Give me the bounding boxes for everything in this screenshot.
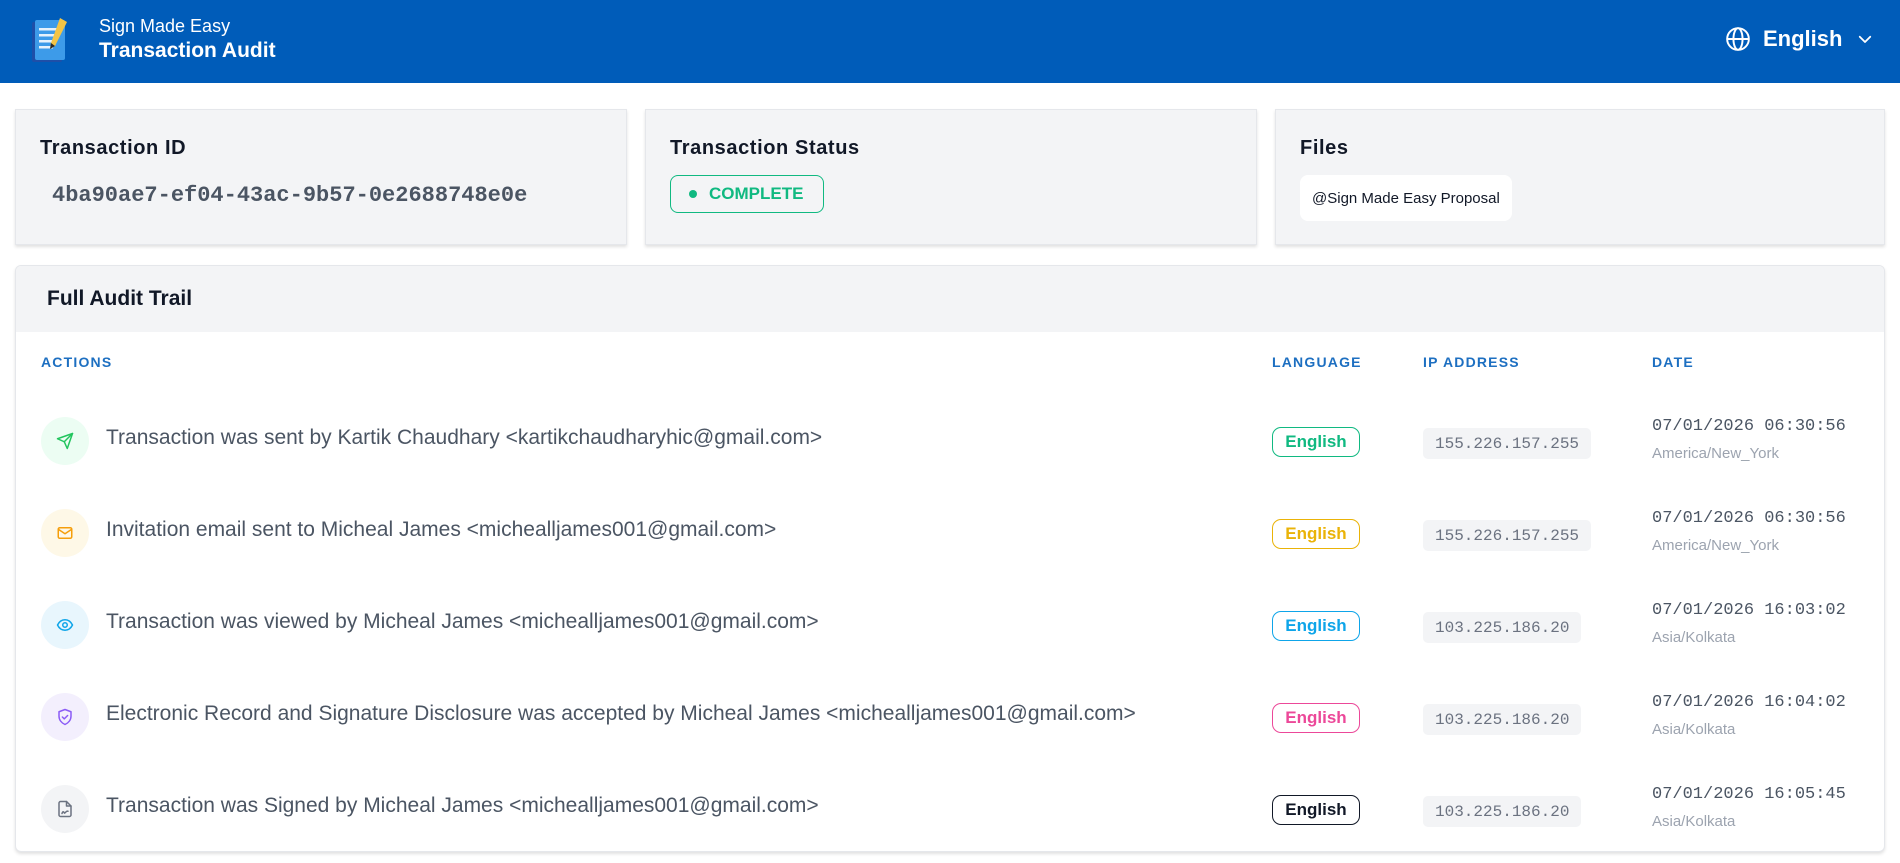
- language-badge: English: [1272, 611, 1360, 641]
- signed-document-icon: [58, 800, 72, 818]
- ip-address: 155.226.157.255: [1423, 520, 1592, 551]
- files-title: Files: [1300, 137, 1349, 159]
- language-badge: English: [1272, 703, 1360, 733]
- transaction-id-card: Transaction ID 4ba90ae7-ef04-43ac-9b57-0…: [15, 109, 627, 245]
- app-header: Sign Made Easy Transaction Audit English: [0, 0, 1900, 83]
- mail-icon: [57, 527, 73, 539]
- audit-date: 07/01/2026 06:30:56: [1652, 509, 1846, 528]
- file-link[interactable]: @Sign Made Easy Proposal: [1300, 175, 1512, 221]
- audit-timezone: Asia/Kolkata: [1652, 813, 1736, 830]
- audit-trail-panel: Full Audit Trail ACTIONS LANGUAGE IP ADD…: [15, 265, 1885, 852]
- audit-row: Transaction was Signed by Micheal James …: [16, 761, 1884, 851]
- audit-timezone: America/New_York: [1652, 537, 1779, 554]
- page-title: Transaction Audit: [99, 39, 276, 62]
- audit-action-text: Transaction was sent by Kartik Chaudhary…: [106, 426, 823, 449]
- audit-action-text: Invitation email sent to Micheal James <…: [106, 518, 777, 541]
- brand-subtitle: Sign Made Easy: [99, 16, 231, 36]
- ip-address: 103.225.186.20: [1423, 704, 1582, 735]
- column-header-ip-address: IP ADDRESS: [1423, 354, 1520, 370]
- transaction-id-title: Transaction ID: [40, 137, 187, 159]
- language-badge: English: [1272, 795, 1360, 825]
- column-header-actions: ACTIONS: [41, 354, 113, 370]
- audit-timezone: Asia/Kolkata: [1652, 721, 1736, 738]
- column-header-language: LANGUAGE: [1272, 354, 1362, 370]
- status-dot-icon: [689, 190, 697, 198]
- status-badge-label: COMPLETE: [709, 184, 804, 203]
- transaction-status-title: Transaction Status: [670, 137, 860, 159]
- brand: Sign Made Easy Transaction Audit: [99, 15, 276, 65]
- globe-icon: [1726, 27, 1750, 51]
- audit-icon-wrap: [41, 601, 89, 649]
- ip-address: 103.225.186.20: [1423, 796, 1582, 827]
- files-card: Files @Sign Made Easy Proposal: [1275, 109, 1885, 245]
- audit-icon-wrap: [41, 693, 89, 741]
- audit-date: 07/01/2026 16:04:02: [1652, 693, 1846, 712]
- audit-timezone: Asia/Kolkata: [1652, 629, 1736, 646]
- transaction-status-card: Transaction Status COMPLETE: [645, 109, 1257, 245]
- audit-icon-wrap: [41, 785, 89, 833]
- language-badge: English: [1272, 519, 1360, 549]
- audit-date: 07/01/2026 16:03:02: [1652, 601, 1846, 620]
- audit-action-text: Electronic Record and Signature Disclosu…: [106, 702, 1136, 725]
- audit-row: Invitation email sent to Micheal James <…: [16, 485, 1884, 577]
- audit-date: 07/01/2026 16:05:45: [1652, 785, 1846, 804]
- send-icon: [56, 432, 74, 450]
- eye-icon: [56, 619, 74, 631]
- column-header-date: DATE: [1652, 354, 1694, 370]
- audit-action-text: Transaction was viewed by Micheal James …: [106, 610, 819, 633]
- language-selector[interactable]: English: [1725, 26, 1874, 52]
- status-badge: COMPLETE: [670, 175, 825, 213]
- audit-row: Transaction was viewed by Micheal James …: [16, 577, 1884, 669]
- audit-row: Electronic Record and Signature Disclosu…: [16, 669, 1884, 761]
- language-badge: English: [1272, 427, 1360, 457]
- audit-date: 07/01/2026 06:30:56: [1652, 417, 1846, 436]
- chevron-down-icon: [1859, 35, 1872, 43]
- audit-icon-wrap: [41, 417, 89, 465]
- shield-check-icon: [58, 708, 72, 726]
- audit-icon-wrap: [41, 509, 89, 557]
- ip-address: 155.226.157.255: [1423, 428, 1592, 459]
- language-selector-label: English: [1763, 26, 1843, 51]
- transaction-id-value: 4ba90ae7-ef04-43ac-9b57-0e2688748e0e: [52, 183, 528, 208]
- audit-trail-title: Full Audit Trail: [16, 266, 1884, 332]
- document-pen-logo: [32, 18, 67, 62]
- audit-row: Transaction was sent by Kartik Chaudhary…: [16, 393, 1884, 485]
- ip-address: 103.225.186.20: [1423, 612, 1582, 643]
- audit-action-text: Transaction was Signed by Micheal James …: [106, 794, 819, 817]
- audit-timezone: America/New_York: [1652, 445, 1779, 462]
